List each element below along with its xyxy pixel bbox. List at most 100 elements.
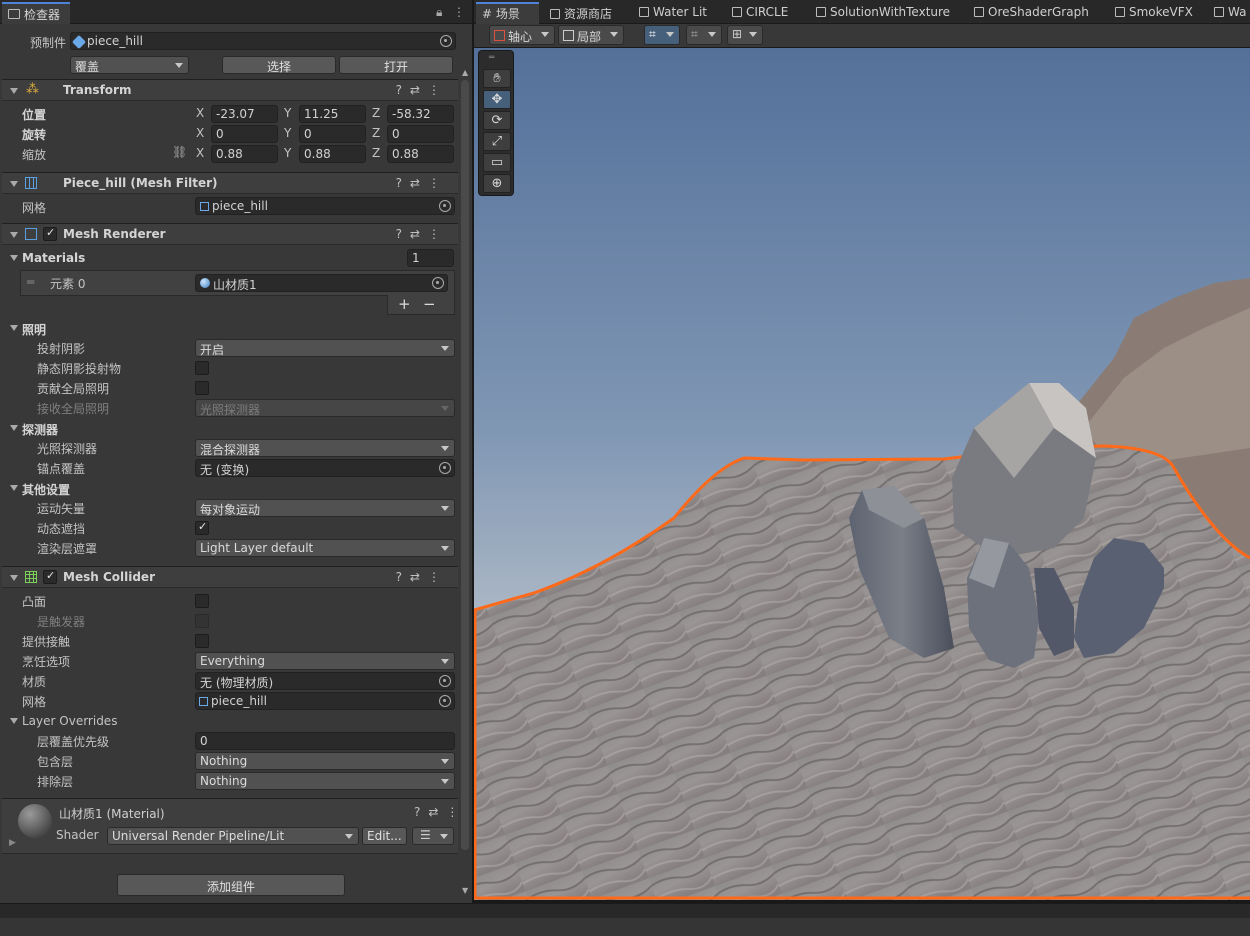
light-probes-dropdown[interactable]: 混合探测器 [195, 439, 455, 457]
rotation-x-field[interactable]: 0 [211, 125, 278, 143]
shader-options-dropdown[interactable]: ☰ [412, 827, 454, 845]
chevron-down-icon [441, 406, 449, 411]
tab-circle[interactable]: CIRCLE [732, 2, 788, 24]
foldout-icon[interactable] [10, 181, 18, 187]
inspector-scrollbar[interactable] [461, 80, 469, 850]
mesh-renderer-enabled-checkbox[interactable] [43, 226, 57, 241]
dynamic-occlusion-checkbox[interactable] [195, 520, 209, 535]
tab-ore-shader-graph[interactable]: OreShaderGraph [974, 2, 1089, 24]
rendering-layer-dropdown[interactable]: Light Layer default [195, 539, 455, 557]
position-x-field[interactable]: -23.07 [211, 105, 278, 123]
mesh-field[interactable]: piece_hill [195, 197, 455, 215]
tab-asset-store[interactable]: 资源商店 [548, 2, 612, 24]
rect-tool-icon[interactable]: ▭ [483, 153, 511, 172]
position-z-field[interactable]: -58.32 [387, 105, 454, 123]
probes-foldout-icon[interactable] [10, 425, 18, 431]
chevron-down-icon [440, 834, 448, 839]
transform-tool-icon[interactable]: ⊕ [483, 174, 511, 193]
shader-dropdown[interactable]: Universal Render Pipeline/Lit [107, 827, 359, 845]
rotate-tool-icon[interactable]: ⟳ [483, 111, 511, 130]
shader-edit-button[interactable]: Edit... [362, 827, 407, 845]
scroll-up-icon[interactable]: ▲ [462, 68, 468, 77]
include-layers-dropdown[interactable]: Nothing [195, 752, 455, 770]
local-global-dropdown[interactable]: 局部 [558, 25, 624, 45]
scale-y-field[interactable]: 0.88 [299, 145, 366, 163]
tab-scene[interactable]: # 场景 [476, 2, 539, 24]
hand-tool-icon[interactable]: ✋︎ [483, 69, 511, 88]
chevron-down-icon [541, 32, 549, 37]
help-settings-more-icons[interactable]: ?⇄⋮ [414, 805, 466, 819]
expand-icon[interactable]: ▶ [9, 838, 16, 848]
snap-toggle-button[interactable]: ⌗ [644, 25, 680, 45]
more-menu-icon[interactable]: ⋮ [453, 5, 465, 19]
prefab-override-dropdown[interactable]: 覆盖 [70, 56, 189, 74]
other-settings-foldout-icon[interactable] [10, 485, 18, 491]
ruler-icon: ⊞ [732, 27, 743, 41]
provides-contacts-checkbox[interactable] [195, 634, 209, 648]
object-picker-icon[interactable] [440, 35, 452, 47]
lock-icon[interactable]: 🔒︎ [436, 5, 442, 20]
help-settings-more-icons[interactable]: ?⇄⋮ [396, 227, 448, 241]
material-element-field[interactable]: 山材质1 [195, 274, 448, 292]
foldout-icon[interactable] [10, 88, 18, 94]
contribute-gi-checkbox[interactable] [195, 381, 209, 395]
tab-smoke-vfx[interactable]: SmokeVFX [1115, 2, 1193, 24]
foldout-icon[interactable] [10, 575, 18, 581]
object-picker-icon[interactable] [439, 200, 451, 212]
position-y-field[interactable]: 11.25 [299, 105, 366, 123]
move-tool-icon[interactable]: ✥ [483, 90, 511, 109]
object-picker-icon[interactable] [432, 277, 444, 289]
drag-handle-icon[interactable]: ═ [27, 275, 34, 289]
transform-header[interactable]: ⁂ Transform ?⇄⋮ [2, 79, 458, 101]
prefab-select-button[interactable]: 选择 [222, 56, 336, 74]
prefab-field[interactable]: piece_hill [70, 32, 456, 50]
scale-x-field[interactable]: 0.88 [211, 145, 278, 163]
object-picker-icon[interactable] [439, 675, 451, 687]
mesh-filter-header[interactable]: Piece_hill (Mesh Filter) ?⇄⋮ [2, 172, 458, 194]
object-picker-icon[interactable] [439, 462, 451, 474]
scene-viewport[interactable] [474, 48, 1250, 900]
rotation-z-field[interactable]: 0 [387, 125, 454, 143]
grid-snap-button[interactable]: ⌗ [686, 25, 722, 45]
motion-vectors-dropdown[interactable]: 每对象运动 [195, 499, 455, 517]
layer-overrides-foldout-icon[interactable] [10, 718, 18, 724]
foldout-icon[interactable] [10, 232, 18, 238]
link-off-icon[interactable]: ⛓︎ [172, 145, 187, 159]
palette-handle-icon[interactable]: ═ [489, 53, 494, 63]
help-settings-more-icons[interactable]: ?⇄⋮ [396, 570, 448, 584]
layer-priority-field[interactable]: 0 [195, 732, 455, 750]
mesh-renderer-header[interactable]: Mesh Renderer ?⇄⋮ [2, 223, 458, 245]
provides-contacts-label: 提供接触 [22, 635, 71, 649]
help-settings-more-icons[interactable]: ?⇄⋮ [396, 176, 448, 190]
tab-wa[interactable]: Wa [1214, 2, 1250, 24]
tab-inspector[interactable]: 检查器 [2, 2, 70, 24]
exclude-layers-dropdown[interactable]: Nothing [195, 772, 455, 790]
increment-snap-button[interactable]: ⊞ [727, 25, 763, 45]
anchor-override-field[interactable]: 无 (变换) [195, 459, 455, 477]
materials-size-field[interactable]: 1 [407, 249, 454, 267]
scale-tool-icon[interactable]: ⤢ [483, 132, 511, 151]
rotation-y-field[interactable]: 0 [299, 125, 366, 143]
cast-shadows-dropdown[interactable]: 开启 [195, 339, 455, 357]
mesh-collider-header[interactable]: Mesh Collider ?⇄⋮ [2, 566, 458, 588]
scale-z-field[interactable]: 0.88 [387, 145, 454, 163]
physics-material-field[interactable]: 无 (物理材质) [195, 672, 455, 690]
remove-element-icon[interactable]: − [423, 295, 436, 313]
mesh-collider-enabled-checkbox[interactable] [43, 569, 57, 584]
object-picker-icon[interactable] [439, 695, 451, 707]
materials-foldout-icon[interactable] [10, 255, 18, 261]
convex-checkbox[interactable] [195, 594, 209, 608]
tab-water-lit[interactable]: Water Lit [639, 2, 707, 24]
scroll-down-icon[interactable]: ▼ [462, 886, 468, 895]
prefab-open-button[interactable]: 打开 [339, 56, 453, 74]
tab-solution-with-texture[interactable]: SolutionWithTexture [816, 2, 950, 24]
help-settings-more-icons[interactable]: ?⇄⋮ [396, 83, 448, 97]
pivot-dropdown[interactable]: 轴心 [489, 25, 555, 45]
layer-priority-label: 层覆盖优先级 [37, 735, 110, 749]
collider-mesh-field[interactable]: piece_hill [195, 692, 455, 710]
lighting-foldout-icon[interactable] [10, 325, 18, 331]
add-element-icon[interactable]: + [398, 295, 411, 313]
static-shadow-checkbox[interactable] [195, 361, 209, 375]
add-component-button[interactable]: 添加组件 [117, 874, 345, 896]
cooking-options-dropdown[interactable]: Everything [195, 652, 455, 670]
